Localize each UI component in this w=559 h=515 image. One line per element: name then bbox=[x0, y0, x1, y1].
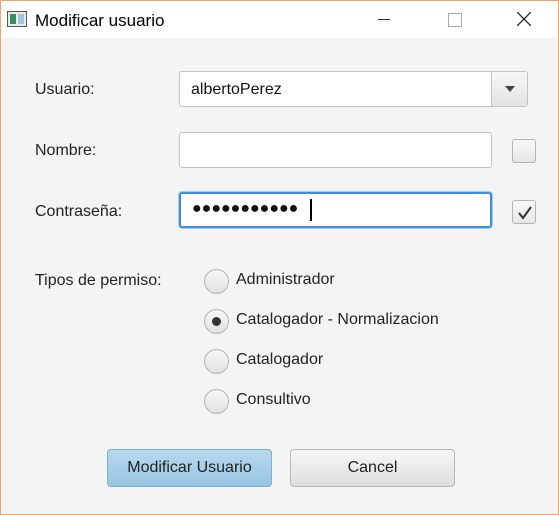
radio-label: Catalogador bbox=[236, 351, 324, 368]
nombre-field[interactable] bbox=[179, 132, 492, 168]
close-icon bbox=[517, 12, 531, 26]
contrasena-field[interactable]: ●●●●●●●●●●● bbox=[179, 192, 492, 228]
text-caret bbox=[310, 199, 312, 221]
app-icon-bar bbox=[18, 14, 24, 24]
radio-button[interactable] bbox=[204, 269, 229, 294]
contrasena-checkbox[interactable] bbox=[512, 200, 536, 224]
chevron-down-icon[interactable] bbox=[491, 72, 527, 106]
usuario-combobox[interactable]: albertoPerez bbox=[179, 71, 528, 107]
radio-label: Administrador bbox=[236, 271, 335, 288]
password-dots: ●●●●●●●●●●● bbox=[192, 200, 299, 217]
minimize-button[interactable] bbox=[361, 1, 407, 38]
nombre-checkbox[interactable] bbox=[512, 139, 536, 163]
contrasena-label: Contraseña: bbox=[35, 203, 123, 220]
dialog-window: Modificar usuario Usuario: albertoPerez … bbox=[0, 0, 559, 515]
usuario-label: Usuario: bbox=[35, 81, 95, 98]
radio-button[interactable] bbox=[204, 349, 229, 374]
title-bar: Modificar usuario bbox=[1, 1, 558, 38]
radio-button-selected[interactable] bbox=[204, 309, 229, 334]
nombre-label: Nombre: bbox=[35, 142, 97, 159]
radio-label: Consultivo bbox=[236, 391, 311, 408]
maximize-button[interactable] bbox=[431, 1, 477, 38]
usuario-value: albertoPerez bbox=[191, 81, 282, 98]
modificar-usuario-button[interactable]: Modificar Usuario bbox=[107, 449, 272, 487]
radio-button[interactable] bbox=[204, 389, 229, 414]
close-button[interactable] bbox=[501, 1, 547, 38]
cancel-button[interactable]: Cancel bbox=[290, 449, 455, 487]
radio-label: Catalogador - Normalizacion bbox=[236, 311, 439, 328]
window-title: Modificar usuario bbox=[35, 11, 165, 30]
app-icon-bar bbox=[10, 14, 16, 24]
app-icon bbox=[7, 11, 27, 27]
permisos-label: Tipos de permiso: bbox=[35, 272, 162, 289]
checkmark-icon bbox=[518, 206, 532, 220]
